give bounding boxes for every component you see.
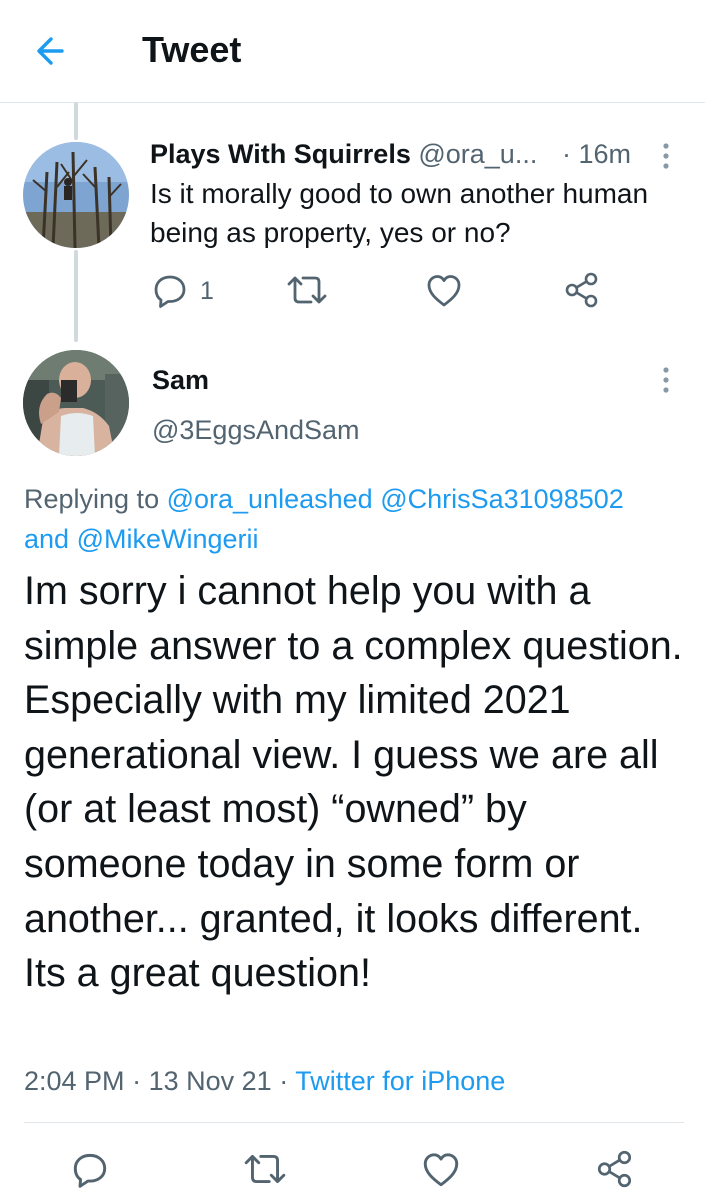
parent-more-button[interactable] xyxy=(658,140,674,176)
author-handle[interactable]: @3EggsAndSam xyxy=(152,412,360,448)
avatar-plays-with-squirrels[interactable] xyxy=(23,142,129,248)
thread-line-connector xyxy=(74,250,78,342)
reply-icon xyxy=(73,1153,107,1188)
tweet-time: 2:04 PM xyxy=(24,1066,125,1096)
meta-dot: · xyxy=(132,1066,142,1096)
retweet-button[interactable] xyxy=(242,1148,288,1195)
and-word[interactable]: and xyxy=(24,524,69,554)
author-name[interactable]: Sam xyxy=(152,362,209,398)
thread-line-top xyxy=(74,102,78,140)
retweet-icon xyxy=(287,276,327,304)
parent-timestamp: · 16m xyxy=(562,136,631,172)
tweet-source-link[interactable]: Twitter for iPhone xyxy=(295,1066,505,1096)
back-arrow-icon xyxy=(37,37,64,65)
parent-time-value: 16m xyxy=(578,139,632,169)
parent-like-button[interactable] xyxy=(424,270,464,315)
tweet-text: Im sorry i cannot help you with a simple… xyxy=(24,569,683,996)
parent-tweet-text: Is it morally good to own another human … xyxy=(150,178,649,248)
back-button[interactable] xyxy=(30,28,76,74)
meta-dot: · xyxy=(279,1066,289,1096)
mention-link[interactable]: @ChrisSa31098502 xyxy=(380,484,624,514)
more-icon xyxy=(663,367,669,393)
parent-author-name[interactable]: Plays With Squirrels xyxy=(150,139,411,169)
reply-icon xyxy=(154,275,186,308)
parent-share-button[interactable] xyxy=(562,270,602,315)
parent-reply-count: 1 xyxy=(200,277,214,305)
replying-prefix: Replying to xyxy=(24,484,160,514)
parent-author[interactable]: Plays With Squirrels @ora_u... xyxy=(150,136,537,172)
tweet-date: 13 Nov 21 xyxy=(148,1066,272,1096)
page-title: Tweet xyxy=(142,29,242,70)
parent-reply-button[interactable] xyxy=(150,270,190,315)
action-divider xyxy=(24,1122,684,1123)
tweet-meta: 2:04 PM · 13 Nov 21 · Twitter for iPhone xyxy=(24,1063,505,1099)
share-icon xyxy=(597,1150,632,1188)
main-more-button[interactable] xyxy=(658,364,674,400)
top-bar: Tweet xyxy=(0,0,705,102)
more-icon xyxy=(663,143,669,169)
like-icon xyxy=(427,275,461,307)
replying-to: Replying to @ora_unleashed @ChrisSa31098… xyxy=(24,479,684,559)
retweet-icon xyxy=(244,1154,286,1184)
like-button[interactable] xyxy=(420,1148,462,1195)
reply-button[interactable] xyxy=(69,1148,111,1195)
share-button[interactable] xyxy=(594,1148,636,1195)
avatar-sam[interactable] xyxy=(23,350,129,456)
header-divider xyxy=(0,102,705,103)
parent-author-handle[interactable]: @ora_u... xyxy=(418,139,537,169)
like-icon xyxy=(423,1153,459,1187)
mention-link[interactable]: @ora_unleashed xyxy=(167,484,373,514)
parent-retweet-button[interactable] xyxy=(285,270,329,315)
share-icon xyxy=(565,272,598,308)
parent-time-separator: · xyxy=(562,139,571,169)
mention-link[interactable]: @MikeWingerii xyxy=(77,524,259,554)
